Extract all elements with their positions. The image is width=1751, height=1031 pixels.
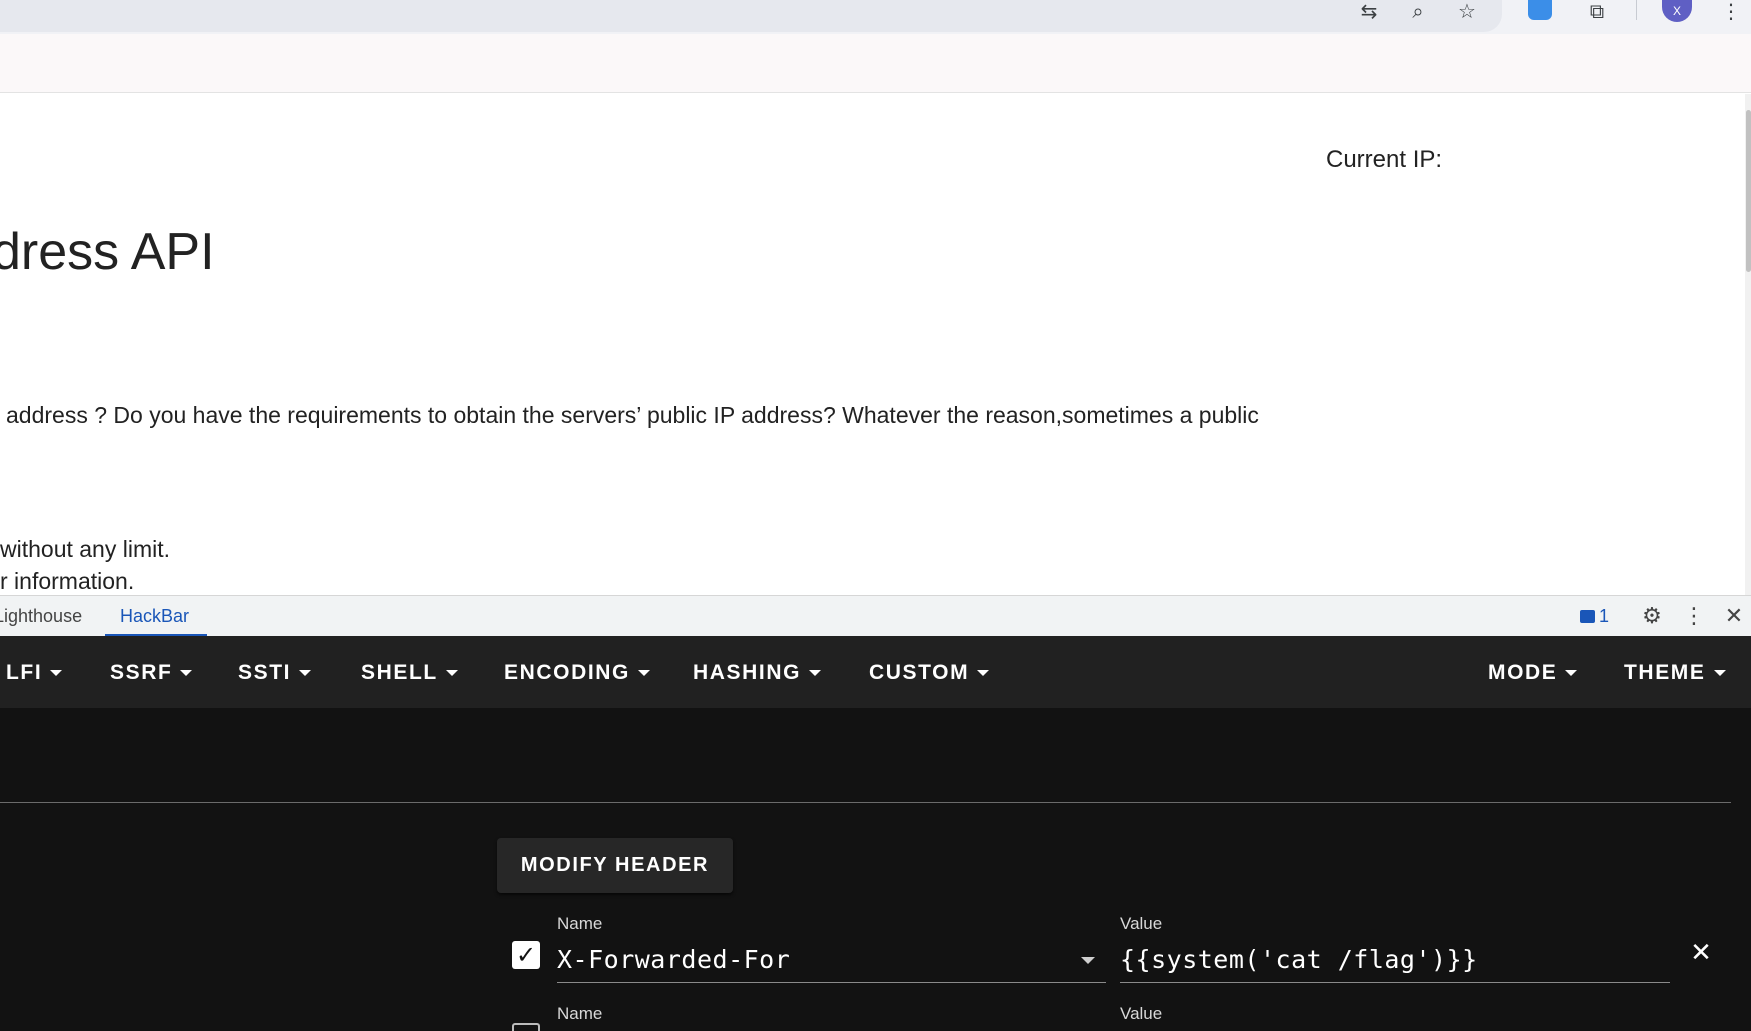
menu-shell[interactable]: SHELL bbox=[361, 661, 458, 685]
header-value-underline bbox=[1120, 982, 1670, 983]
translate-icon[interactable]: ⇆ bbox=[1354, 0, 1384, 23]
chevron-down-icon bbox=[445, 670, 458, 676]
chevron-down-icon bbox=[1565, 670, 1578, 676]
hackbar-menubar: LFI SSRF SSTI SHELL ENCODING HASHING CUS… bbox=[0, 636, 1751, 708]
chevron-down-icon bbox=[1713, 670, 1726, 676]
menu-mode[interactable]: MODE bbox=[1488, 661, 1578, 685]
zoom-icon[interactable]: ⌕ bbox=[1403, 0, 1433, 23]
menu-lfi-label: LFI bbox=[6, 661, 43, 684]
menu-encoding-label: ENCODING bbox=[504, 661, 630, 684]
bookmarks-bar bbox=[0, 34, 1751, 93]
header-enabled-checkbox[interactable]: ✓ bbox=[512, 941, 540, 969]
chevron-down-icon bbox=[637, 670, 650, 676]
chevron-down-icon bbox=[180, 670, 193, 676]
menu-hashing[interactable]: HASHING bbox=[693, 661, 822, 685]
header-value-label: Value bbox=[1120, 1004, 1163, 1023]
header-value-input[interactable]: {{system('cat /flag')}} bbox=[1120, 945, 1478, 974]
toolbar-separator bbox=[1636, 0, 1637, 20]
header-name-label: Name bbox=[557, 914, 603, 933]
menu-ssti[interactable]: SSTI bbox=[238, 661, 312, 685]
menu-theme[interactable]: THEME bbox=[1624, 661, 1726, 685]
page-title: dress API bbox=[0, 223, 215, 281]
menu-encoding[interactable]: ENCODING bbox=[504, 661, 650, 685]
menu-custom[interactable]: CUSTOM bbox=[869, 661, 990, 685]
menu-ssti-label: SSTI bbox=[238, 661, 292, 684]
menu-custom-label: CUSTOM bbox=[869, 661, 970, 684]
messages-badge[interactable]: 1 bbox=[1580, 606, 1609, 627]
header-name-input[interactable]: X-Forwarded-For bbox=[557, 945, 790, 974]
message-icon bbox=[1580, 610, 1595, 623]
bookmark-star-icon[interactable]: ☆ bbox=[1452, 0, 1482, 23]
menu-lfi[interactable]: LFI bbox=[6, 661, 63, 685]
intro-paragraph: address ? Do you have the requirements t… bbox=[6, 402, 1259, 428]
devtools-tabbar: Lighthouse HackBar 1 ⚙ ⋮ ✕ bbox=[0, 595, 1751, 637]
browser-menu-icon[interactable]: ⋮ bbox=[1716, 0, 1746, 23]
menu-ssrf[interactable]: SSRF bbox=[110, 661, 193, 685]
chevron-down-icon bbox=[977, 670, 990, 676]
message-count: 1 bbox=[1599, 606, 1610, 626]
menu-hashing-label: HASHING bbox=[693, 661, 802, 684]
browser-toolbar: ⇆ ⌕ ☆ ⧉ X ⋮ bbox=[0, 0, 1751, 34]
url-field-divider bbox=[0, 802, 1731, 803]
address-bar[interactable] bbox=[0, 0, 1502, 32]
close-devtools-icon[interactable]: ✕ bbox=[1720, 602, 1748, 630]
feature-line-2: r information. bbox=[0, 568, 135, 594]
header-name-label: Name bbox=[557, 1004, 603, 1023]
header-enabled-checkbox[interactable] bbox=[512, 1023, 540, 1031]
current-ip-label: Current IP: bbox=[1326, 146, 1443, 173]
remove-header-icon[interactable]: ✕ bbox=[1686, 938, 1716, 968]
header-value-label: Value bbox=[1120, 914, 1163, 933]
profile-avatar[interactable]: X bbox=[1662, 0, 1692, 22]
menu-theme-label: THEME bbox=[1624, 661, 1706, 684]
feature-line-1: without any limit. bbox=[0, 536, 171, 562]
chevron-down-icon bbox=[299, 670, 312, 676]
header-name-underline bbox=[557, 982, 1106, 983]
web-page: Current IP: dress API address ? Do you h… bbox=[0, 94, 1745, 595]
extensions-puzzle-icon[interactable]: ⧉ bbox=[1582, 0, 1612, 23]
chevron-down-icon bbox=[809, 670, 822, 676]
menu-mode-label: MODE bbox=[1488, 661, 1558, 684]
chevron-down-icon bbox=[50, 670, 63, 676]
extension-blue-icon[interactable] bbox=[1528, 0, 1552, 20]
tab-lighthouse[interactable]: Lighthouse bbox=[0, 606, 82, 627]
menu-shell-label: SHELL bbox=[361, 661, 438, 684]
modify-header-button[interactable]: MODIFY HEADER bbox=[497, 838, 733, 893]
menu-ssrf-label: SSRF bbox=[110, 661, 173, 684]
page-scrollbar-thumb[interactable] bbox=[1746, 110, 1751, 272]
settings-gear-icon[interactable]: ⚙ bbox=[1638, 602, 1666, 630]
chevron-down-icon[interactable] bbox=[1081, 957, 1095, 964]
more-options-icon[interactable]: ⋮ bbox=[1680, 602, 1708, 630]
tab-hackbar[interactable]: HackBar bbox=[120, 606, 189, 627]
